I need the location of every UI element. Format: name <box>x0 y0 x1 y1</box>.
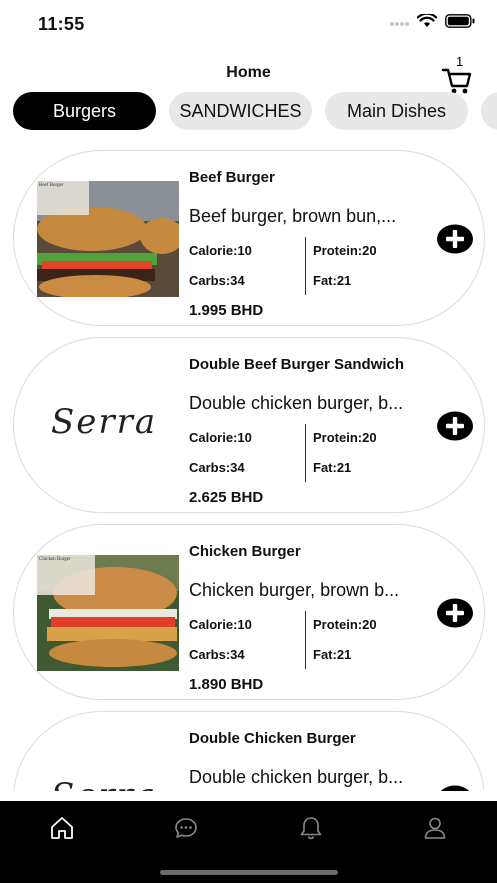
user-icon[interactable] <box>422 815 448 841</box>
item-price: 1.890 BHD <box>189 676 264 693</box>
item-carbs: Carbs:34 <box>189 647 245 662</box>
signal-icon <box>390 22 409 26</box>
plus-circle-icon[interactable] <box>437 411 473 441</box>
item-protein: Protein:20 <box>313 430 377 445</box>
nutrition-divider <box>305 611 306 669</box>
item-price: 2.625 BHD <box>189 489 264 506</box>
serra-logo: Serra <box>51 776 157 791</box>
header: Home 1 <box>0 52 497 94</box>
status-icons <box>389 14 475 28</box>
tab-more[interactable] <box>481 92 497 130</box>
item-fat: Fat:21 <box>313 273 352 288</box>
nutrition-divider <box>305 237 306 295</box>
tab-burgers[interactable]: Burgers <box>13 92 156 130</box>
status-time: 11:55 <box>38 14 85 34</box>
item-image: Serra <box>37 368 179 484</box>
menu-item-card[interactable]: Chicken Burger Chicken Burger Chicken bu… <box>13 524 485 700</box>
status-bar: 11:55 <box>0 0 497 46</box>
item-calorie: Calorie:10 <box>189 243 252 258</box>
item-description: Double chicken burger, b... <box>189 767 404 787</box>
item-fat: Fat:21 <box>313 647 352 662</box>
battery-icon <box>445 14 475 28</box>
item-image: Chicken Burger <box>37 555 179 671</box>
item-image: Beef Burger <box>37 181 179 297</box>
cart-button[interactable]: 1 <box>440 54 476 94</box>
menu-list: Beef Burger Beef Burger Beef burger, bro… <box>0 148 497 791</box>
plus-circle-icon[interactable] <box>437 785 473 791</box>
chat-icon[interactable] <box>173 815 199 841</box>
bell-icon[interactable] <box>298 815 324 841</box>
plus-circle-icon[interactable] <box>437 598 473 628</box>
item-title: Beef Burger <box>189 169 275 186</box>
tab-sandwiches[interactable]: SANDWICHES <box>169 92 312 130</box>
item-calorie: Calorie:10 <box>189 617 252 632</box>
item-protein: Protein:20 <box>313 243 377 258</box>
item-carbs: Carbs:34 <box>189 273 245 288</box>
category-tabs: Burgers SANDWICHES Main Dishes <box>0 92 497 132</box>
serra-logo: Serra <box>51 402 158 442</box>
item-description: Beef burger, brown bun,... <box>189 206 397 226</box>
menu-item-card[interactable]: Serra Double Beef Burger Sandwich Double… <box>13 337 485 513</box>
item-calorie: Calorie:10 <box>189 430 252 445</box>
plus-circle-icon[interactable] <box>437 224 473 254</box>
item-fat: Fat:21 <box>313 460 352 475</box>
wifi-icon <box>417 14 437 27</box>
menu-item-card[interactable]: Beef Burger Beef Burger Beef burger, bro… <box>13 150 485 326</box>
home-indicator <box>160 870 338 875</box>
item-image: Serra <box>37 742 179 791</box>
nutrition-divider <box>305 424 306 482</box>
menu-item-card[interactable]: Serra Double Chicken Burger Double chick… <box>13 711 485 791</box>
item-title: Double Chicken Burger <box>189 730 356 747</box>
item-image-caption: Chicken Burger <box>39 557 71 562</box>
item-description: Chicken burger, brown b... <box>189 580 400 600</box>
item-description: Double chicken burger, b... <box>189 393 404 413</box>
home-icon[interactable] <box>49 815 75 841</box>
item-price: 1.995 BHD <box>189 302 264 319</box>
item-title: Chicken Burger <box>189 543 301 560</box>
item-carbs: Carbs:34 <box>189 460 245 475</box>
item-protein: Protein:20 <box>313 617 377 632</box>
tab-main-dishes[interactable]: Main Dishes <box>325 92 468 130</box>
item-image-caption: Beef Burger <box>39 183 64 188</box>
page-title: Home <box>226 64 271 81</box>
item-title: Double Beef Burger Sandwich <box>189 356 405 373</box>
